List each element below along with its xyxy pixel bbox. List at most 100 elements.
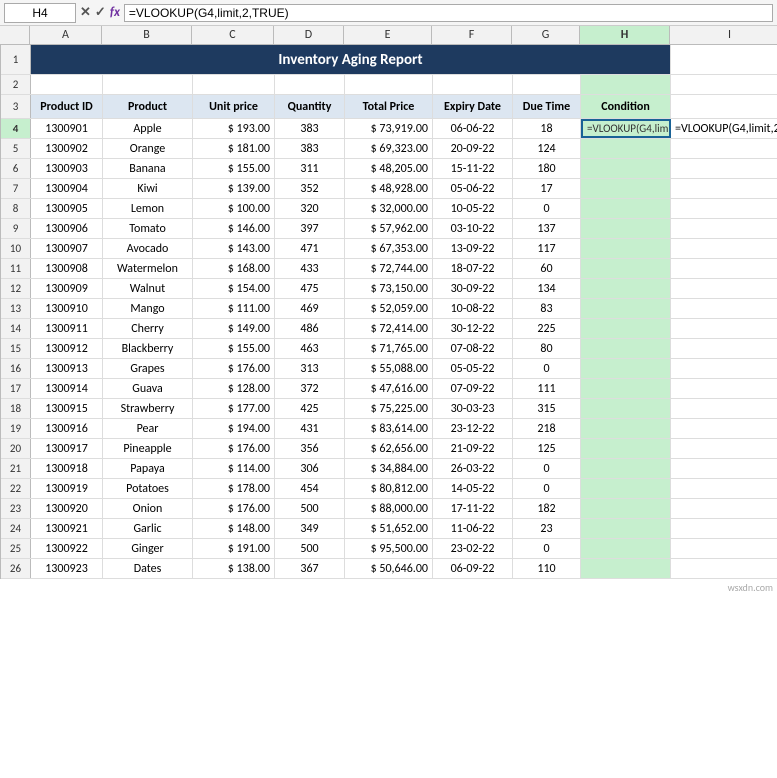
cell-r13-cc[interactable]: $ 111.00 [193, 299, 275, 318]
cell-r24-cc[interactable]: $ 148.00 [193, 519, 275, 538]
cell-r17-ch[interactable] [581, 379, 671, 398]
cell-r13-ce[interactable]: $ 52,059.00 [345, 299, 433, 318]
cell-r14-ca[interactable]: 1300911 [31, 319, 103, 338]
cell-r16-cd[interactable]: 313 [275, 359, 345, 378]
cell-r25-ca[interactable]: 1300922 [31, 539, 103, 558]
cell-r15-ch[interactable] [581, 339, 671, 358]
cell-r13-ca[interactable]: 1300910 [31, 299, 103, 318]
cell-r21-cd[interactable]: 306 [275, 459, 345, 478]
cell-r19-cg[interactable]: 218 [513, 419, 581, 438]
cell-r20-cd[interactable]: 356 [275, 439, 345, 458]
cell[interactable] [103, 75, 193, 94]
cell-r17-cc[interactable]: $ 128.00 [193, 379, 275, 398]
cell-r21-cc[interactable]: $ 114.00 [193, 459, 275, 478]
cell-r11-ch[interactable] [581, 259, 671, 278]
fx-icon[interactable]: fx [110, 5, 120, 20]
cell-r11-ci[interactable] [671, 259, 777, 278]
cell-r8-ci[interactable] [671, 199, 777, 218]
cell-r15-ca[interactable]: 1300912 [31, 339, 103, 358]
cell-r22-ce[interactable]: $ 80,812.00 [345, 479, 433, 498]
cell-r20-ca[interactable]: 1300917 [31, 439, 103, 458]
cell-r23-cg[interactable]: 182 [513, 499, 581, 518]
cell-r17-cb[interactable]: Guava [103, 379, 193, 398]
cell-r20-cb[interactable]: Pineapple [103, 439, 193, 458]
cell-r4-ch[interactable]: =VLOOKUP(G4,limit,2,TRUE) [581, 119, 671, 138]
cell-r14-cd[interactable]: 486 [275, 319, 345, 338]
cell[interactable]: Condition [581, 95, 671, 118]
cell-r14-cf[interactable]: 30-12-22 [433, 319, 513, 338]
cell-r14-ce[interactable]: $ 72,414.00 [345, 319, 433, 338]
cell-r5-ce[interactable]: $ 69,323.00 [345, 139, 433, 158]
cell-r26-cf[interactable]: 06-09-22 [433, 559, 513, 578]
cell-r5-ci[interactable] [671, 139, 777, 158]
cell-r13-ci[interactable] [671, 299, 777, 318]
cell-r8-ce[interactable]: $ 32,000.00 [345, 199, 433, 218]
cell[interactable]: Product ID [31, 95, 103, 118]
cell-r26-cd[interactable]: 367 [275, 559, 345, 578]
cell-r10-ch[interactable] [581, 239, 671, 258]
cell-r24-ce[interactable]: $ 51,652.00 [345, 519, 433, 538]
cell-r11-cf[interactable]: 18-07-22 [433, 259, 513, 278]
cell-r9-cd[interactable]: 397 [275, 219, 345, 238]
cell-r10-ci[interactable] [671, 239, 777, 258]
cell-r9-cb[interactable]: Tomato [103, 219, 193, 238]
cell-r26-cg[interactable]: 110 [513, 559, 581, 578]
cell-r19-cb[interactable]: Pear [103, 419, 193, 438]
cell-r18-cf[interactable]: 30-03-23 [433, 399, 513, 418]
cell-r20-ci[interactable] [671, 439, 777, 458]
cell-r12-cb[interactable]: Walnut [103, 279, 193, 298]
cell-r22-ci[interactable] [671, 479, 777, 498]
cell-r10-cg[interactable]: 117 [513, 239, 581, 258]
cell-r4-ci[interactable]: =VLOOKUP(G4,limit,2,TRUE) [671, 119, 777, 138]
cell-r7-cf[interactable]: 05-06-22 [433, 179, 513, 198]
cell-r25-cc[interactable]: $ 191.00 [193, 539, 275, 558]
cell-r4-ce[interactable]: $ 73,919.00 [345, 119, 433, 138]
formula-input[interactable] [124, 4, 773, 22]
name-box[interactable] [4, 3, 76, 23]
cell-r10-cb[interactable]: Avocado [103, 239, 193, 258]
cell-r7-cd[interactable]: 352 [275, 179, 345, 198]
cell-r18-cc[interactable]: $ 177.00 [193, 399, 275, 418]
cell-r24-cd[interactable]: 349 [275, 519, 345, 538]
cell-r22-cg[interactable]: 0 [513, 479, 581, 498]
cell-r17-ci[interactable] [671, 379, 777, 398]
cell-r21-ca[interactable]: 1300918 [31, 459, 103, 478]
cell-r19-ch[interactable] [581, 419, 671, 438]
cell-r23-cc[interactable]: $ 176.00 [193, 499, 275, 518]
cell-r25-ch[interactable] [581, 539, 671, 558]
cell-r19-ca[interactable]: 1300916 [31, 419, 103, 438]
cell-r9-ca[interactable]: 1300906 [31, 219, 103, 238]
cell-r22-cf[interactable]: 14-05-22 [433, 479, 513, 498]
cell-r13-cb[interactable]: Mango [103, 299, 193, 318]
cell-r19-ce[interactable]: $ 83,614.00 [345, 419, 433, 438]
cell-r11-cc[interactable]: $ 168.00 [193, 259, 275, 278]
cell-r23-cb[interactable]: Onion [103, 499, 193, 518]
cell-r10-cd[interactable]: 471 [275, 239, 345, 258]
col-header-g[interactable]: G [512, 26, 580, 44]
cell-r20-cf[interactable]: 21-09-22 [433, 439, 513, 458]
cell-r12-cd[interactable]: 475 [275, 279, 345, 298]
cell[interactable]: Product [103, 95, 193, 118]
cell-r5-ch[interactable] [581, 139, 671, 158]
cell-r24-ch[interactable] [581, 519, 671, 538]
cell-r15-ci[interactable] [671, 339, 777, 358]
cell-r25-cb[interactable]: Ginger [103, 539, 193, 558]
cell-r13-cf[interactable]: 10-08-22 [433, 299, 513, 318]
cell-r18-cg[interactable]: 315 [513, 399, 581, 418]
cell[interactable] [513, 75, 581, 94]
cell-r7-ce[interactable]: $ 48,928.00 [345, 179, 433, 198]
cell-r5-cd[interactable]: 383 [275, 139, 345, 158]
cell-r12-cc[interactable]: $ 154.00 [193, 279, 275, 298]
col-header-i[interactable]: I [670, 26, 777, 44]
col-header-a[interactable]: A [30, 26, 102, 44]
cell-r6-cg[interactable]: 180 [513, 159, 581, 178]
cell-r19-ci[interactable] [671, 419, 777, 438]
cell-r21-ch[interactable] [581, 459, 671, 478]
cell-r24-cf[interactable]: 11-06-22 [433, 519, 513, 538]
cell-r22-ch[interactable] [581, 479, 671, 498]
cell-r25-ce[interactable]: $ 95,500.00 [345, 539, 433, 558]
cell-r4-cg[interactable]: 18 [513, 119, 581, 138]
cell-r26-ci[interactable] [671, 559, 777, 578]
cell-r10-cf[interactable]: 13-09-22 [433, 239, 513, 258]
cell-r13-cg[interactable]: 83 [513, 299, 581, 318]
